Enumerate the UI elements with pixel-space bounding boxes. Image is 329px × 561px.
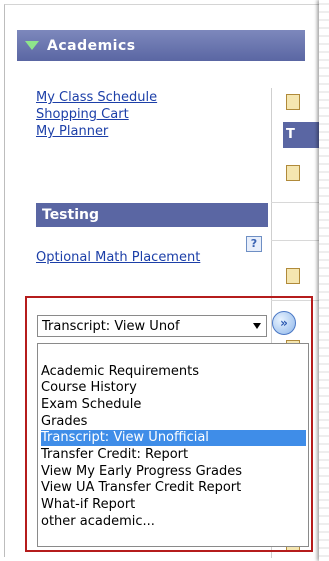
expand-triangle-icon[interactable]	[25, 41, 39, 50]
my-class-schedule-link[interactable]: My Class Schedule	[36, 90, 157, 105]
academics-header[interactable]: Academics	[17, 30, 305, 61]
my-planner-link[interactable]: My Planner	[36, 124, 108, 139]
dropdown-option[interactable]: Exam Schedule	[41, 397, 306, 413]
right-column-header-text: T	[286, 127, 295, 142]
divider	[271, 202, 323, 203]
academics-title: Academics	[47, 37, 136, 54]
other-academic-select[interactable]: Transcript: View Unof	[37, 315, 267, 337]
dropdown-option[interactable]: other academic...	[41, 514, 306, 530]
dropdown-option[interactable]: Course History	[41, 380, 306, 396]
dropdown-option[interactable]: Grades	[41, 414, 306, 430]
testing-header: Testing	[36, 203, 268, 227]
dropdown-option-selected[interactable]: Transcript: View Unofficial	[41, 430, 306, 446]
chevron-down-icon	[253, 323, 261, 329]
class-icon	[286, 268, 300, 284]
dropdown-option[interactable]: View My Early Progress Grades	[41, 464, 306, 480]
dropdown-option-blank[interactable]	[41, 346, 306, 362]
divider	[271, 240, 323, 241]
dropdown-option[interactable]: View UA Transfer Credit Report	[41, 480, 306, 496]
right-column-header: T	[283, 122, 323, 148]
help-icon[interactable]: ?	[246, 236, 262, 252]
dropdown-list[interactable]: Academic Requirements Course History Exa…	[37, 343, 309, 547]
dropdown-option[interactable]: Transfer Credit: Report	[41, 447, 306, 463]
dropdown-option[interactable]: Academic Requirements	[41, 364, 306, 380]
torn-edge	[319, 0, 329, 561]
class-icon	[286, 94, 300, 110]
dropdown-option[interactable]: What-if Report	[41, 497, 306, 513]
go-button[interactable]: »	[272, 311, 296, 335]
shopping-cart-link[interactable]: Shopping Cart	[36, 107, 129, 122]
testing-title: Testing	[42, 207, 99, 223]
class-icon	[286, 165, 300, 181]
optional-math-placement-link[interactable]: Optional Math Placement	[36, 250, 200, 265]
select-value: Transcript: View Unof	[42, 318, 180, 334]
